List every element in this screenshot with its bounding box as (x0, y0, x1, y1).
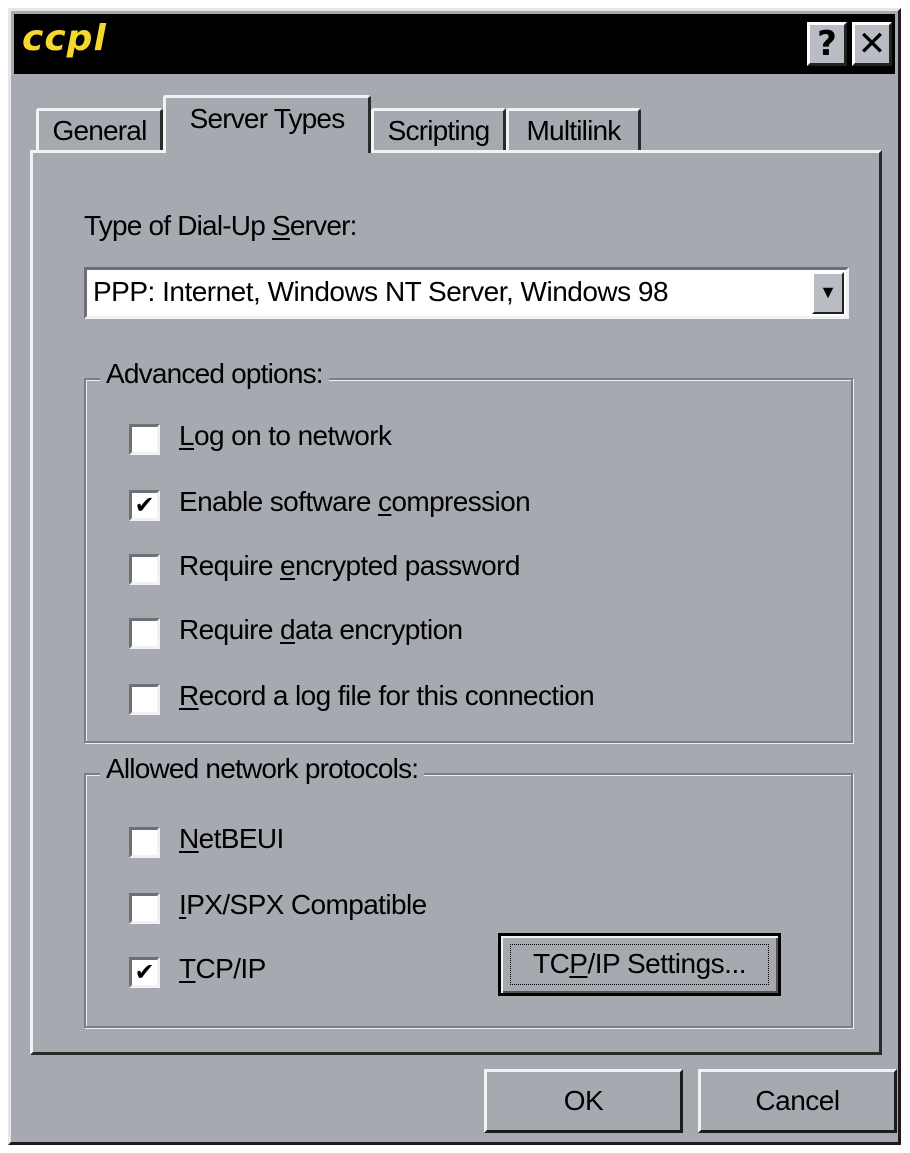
help-button[interactable]: ? (807, 22, 847, 66)
focus-ring (510, 944, 769, 985)
checkbox[interactable] (129, 684, 160, 715)
tab-multilink[interactable]: Multilink (506, 108, 641, 152)
checkbox[interactable] (129, 618, 160, 649)
checkbox[interactable] (129, 893, 160, 924)
advanced-options-title: Advanced options: (100, 358, 329, 390)
checkbox[interactable]: ✔ (129, 490, 160, 521)
tab-multilink-label: Multilink (526, 115, 622, 146)
chevron-down-icon[interactable]: ▼ (812, 272, 844, 314)
dialog-window: ccpl ? ✕ General Server Types Scripting … (8, 8, 901, 1145)
option-label: Require encrypted password (179, 550, 520, 581)
tab-general[interactable]: General (36, 108, 163, 152)
checkmark-icon: ✔ (134, 492, 155, 519)
option-label: IPX/SPX Compatible (179, 889, 427, 920)
tcp-ip-settings-button[interactable]: TCP/IP Settings... (498, 933, 781, 996)
cancel-button[interactable]: Cancel (698, 1069, 897, 1133)
server-type-select[interactable]: PPP: Internet, Windows NT Server, Window… (84, 267, 849, 319)
checkbox[interactable] (129, 554, 160, 585)
checkbox[interactable] (129, 424, 160, 455)
ok-button[interactable]: OK (484, 1069, 683, 1133)
tab-server-types[interactable]: Server Types (163, 95, 371, 153)
option-label: NetBEUI (179, 823, 284, 854)
tab-scripting[interactable]: Scripting (371, 108, 506, 152)
option-label: Log on to network (179, 420, 392, 451)
option-label: Record a log file for this connection (179, 680, 595, 711)
server-type-value: PPP: Internet, Windows NT Server, Window… (93, 276, 669, 307)
checkbox[interactable]: ✔ (129, 957, 160, 988)
close-button[interactable]: ✕ (852, 22, 892, 66)
server-types-panel: Type of Dial-Up Server: PPP: Internet, W… (30, 150, 882, 1055)
option-label: TCP/IP (179, 953, 266, 984)
tab-scripting-label: Scripting (387, 115, 491, 146)
option-label: Enable software compression (179, 486, 531, 517)
option-label: Require data encryption (179, 614, 463, 645)
server-type-label: Type of Dial-Up Server: (84, 210, 357, 241)
advanced-options-group: Advanced options: Log on to network ✔ En… (84, 358, 853, 743)
title-bar[interactable]: ccpl ? ✕ (14, 14, 895, 74)
tab-server-types-label: Server Types (189, 103, 346, 134)
checkmark-icon: ✔ (134, 959, 155, 986)
network-protocols-group: Allowed network protocols: NetBEUI IPX/S… (84, 753, 853, 1028)
network-protocols-title: Allowed network protocols: (100, 753, 425, 785)
window-title: ccpl (22, 18, 107, 59)
tab-general-label: General (52, 115, 147, 146)
checkbox[interactable] (129, 827, 160, 858)
